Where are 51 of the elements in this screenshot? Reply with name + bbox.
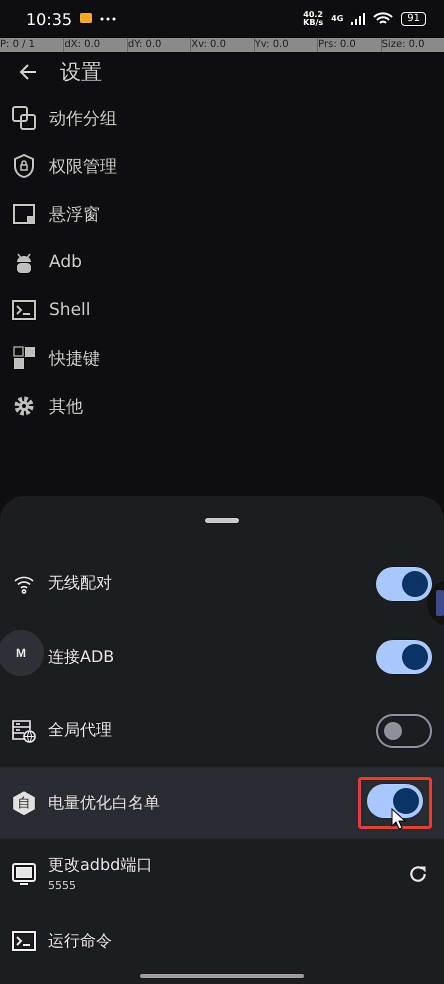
settings-menu-item[interactable]: Shell xyxy=(49,300,90,320)
toggle-switch[interactable] xyxy=(376,714,432,748)
window-icon xyxy=(12,202,36,226)
network-speed-unit: KB/s xyxy=(303,19,324,27)
mouse-cursor-icon xyxy=(391,808,407,830)
settings-menu-item[interactable]: Adb xyxy=(49,252,82,272)
more-notifications-icon xyxy=(100,17,116,21)
wifi-icon xyxy=(373,12,394,26)
network-speed: 40.2 xyxy=(303,11,323,19)
pointer-stat: dX: 0.0 xyxy=(63,38,127,52)
terminal-icon xyxy=(12,929,36,954)
status-time: 10:35 xyxy=(26,10,72,28)
pointer-stat: P: 0 / 1 xyxy=(0,38,36,52)
battery-level: 91 xyxy=(401,12,426,26)
shield-lock-icon xyxy=(12,154,36,178)
overlapping-squares-icon xyxy=(12,106,36,130)
setting-label: 无线配对 xyxy=(48,573,113,594)
edge-handle-icon[interactable] xyxy=(426,580,444,626)
settings-menu-item[interactable]: 悬浮窗 xyxy=(49,202,100,226)
monitor-icon xyxy=(12,862,36,886)
back-arrow-icon[interactable] xyxy=(18,62,38,82)
page-title: 设置 xyxy=(60,59,102,86)
settings-icon xyxy=(12,394,36,418)
settings-menu-item[interactable]: 其他 xyxy=(49,394,83,418)
pointer-stat: Prs: 0.0 xyxy=(317,38,381,52)
terminal-icon xyxy=(12,298,36,322)
refresh-icon xyxy=(408,864,428,884)
setting-label: 运行命令 xyxy=(48,930,113,952)
setting-label: 电量优化白名单 xyxy=(48,792,161,814)
highlighted-row[interactable]: 自 电量优化白名单 xyxy=(0,767,444,839)
signal-icon xyxy=(351,13,366,25)
pointer-stat: Xv: 0.0 xyxy=(190,38,254,52)
toggle-switch[interactable] xyxy=(367,784,423,818)
setting-label: 更改adbd端口 xyxy=(48,855,154,876)
notification-icon xyxy=(80,13,92,25)
pointer-stat: dY: 0.0 xyxy=(126,38,190,52)
keyboard-keys-icon xyxy=(12,346,36,370)
setting-label: 全局代理 xyxy=(48,720,113,742)
pointer-stat: Yv: 0.0 xyxy=(254,38,318,52)
settings-menu-item[interactable]: 权限管理 xyxy=(49,154,117,178)
settings-menu-item[interactable]: 动作分组 xyxy=(49,106,117,130)
network-type: 4G xyxy=(331,15,344,23)
server-globe-icon xyxy=(12,718,36,743)
toggle-switch[interactable] xyxy=(376,566,432,601)
hexagon-badge-icon: 自 xyxy=(12,791,36,816)
toggle-switch[interactable] xyxy=(376,640,432,674)
drag-handle[interactable] xyxy=(205,518,239,523)
setting-label: 连接ADB xyxy=(48,646,116,668)
settings-menu-item[interactable]: 快捷键 xyxy=(49,346,100,370)
setting-value: 5555 xyxy=(48,879,77,892)
pointer-stat: Size: 0.0 xyxy=(380,38,444,52)
